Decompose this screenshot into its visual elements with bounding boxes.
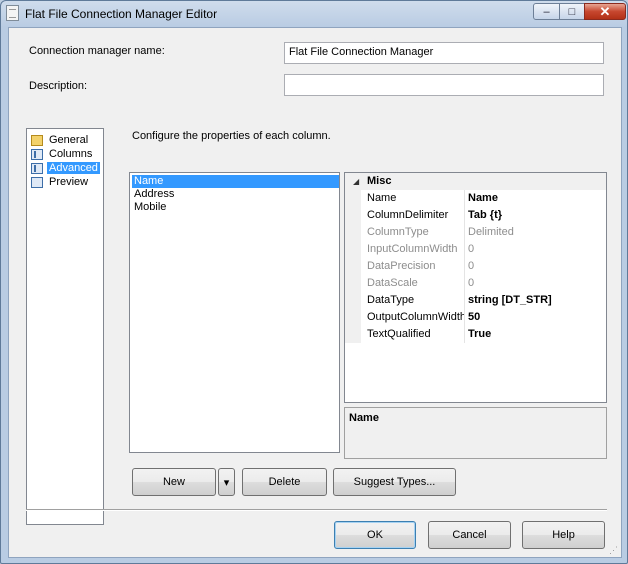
row-gutter	[345, 258, 361, 275]
cancel-button[interactable]: Cancel	[428, 521, 511, 549]
ok-button[interactable]: OK	[334, 521, 416, 549]
property-name: TextQualified	[367, 328, 431, 340]
property-row[interactable]: Name Name	[345, 190, 606, 207]
close-button[interactable]: ✕	[584, 3, 626, 20]
instruction-text: Configure the properties of each column.	[132, 130, 331, 142]
document-icon	[6, 5, 19, 21]
property-row[interactable]: DataScale 0	[345, 275, 606, 292]
column-separator	[464, 241, 465, 258]
connection-name-input[interactable]: Flat File Connection Manager	[284, 42, 604, 64]
new-button[interactable]: New	[132, 468, 216, 496]
advanced-icon	[31, 162, 43, 174]
title-bar[interactable]: Flat File Connection Manager Editor – □ …	[1, 1, 627, 27]
chevron-down-icon: ▾	[223, 476, 230, 489]
list-item[interactable]: Address	[132, 188, 339, 201]
dialog-client-area: Connection manager name: Flat File Conne…	[8, 27, 622, 558]
minimize-button[interactable]: –	[533, 3, 560, 20]
row-gutter	[345, 224, 361, 241]
column-separator	[464, 190, 465, 207]
category-name: Misc	[367, 175, 392, 187]
property-description-panel: Name	[344, 407, 607, 459]
property-name: Name	[367, 192, 397, 204]
nav-item-label: General	[49, 134, 89, 146]
nav-item-columns[interactable]: Columns	[31, 147, 94, 161]
property-value: 0	[468, 243, 475, 255]
column-separator	[464, 258, 465, 275]
column-separator	[464, 309, 465, 326]
property-row[interactable]: DataPrecision 0	[345, 258, 606, 275]
footer-divider	[26, 509, 607, 511]
column-separator	[464, 207, 465, 224]
suggest-types-button[interactable]: Suggest Types...	[333, 468, 456, 496]
delete-button[interactable]: Delete	[242, 468, 327, 496]
list-item[interactable]: Name	[132, 175, 339, 188]
nav-item-label: Columns	[49, 148, 93, 160]
maximize-button[interactable]: □	[559, 3, 585, 20]
property-row[interactable]: ColumnDelimiter Tab {t}	[345, 207, 606, 224]
row-gutter	[345, 241, 361, 258]
connection-name-label: Connection manager name:	[29, 45, 165, 57]
property-value[interactable]: Name	[468, 192, 498, 204]
property-row[interactable]: OutputColumnWidth 50	[345, 309, 606, 326]
column-separator	[464, 292, 465, 309]
nav-item-advanced[interactable]: Advanced	[31, 161, 100, 175]
row-gutter	[345, 275, 361, 292]
general-icon	[31, 134, 43, 146]
column-list: Name Address Mobile	[129, 172, 340, 453]
property-name: DataPrecision	[367, 260, 436, 272]
property-name: OutputColumnWidth	[367, 311, 464, 323]
column-separator	[464, 224, 465, 241]
description-title: Name	[349, 412, 379, 424]
property-value: Delimited	[468, 226, 514, 238]
editor-window: Flat File Connection Manager Editor – □ …	[0, 0, 628, 564]
window-title: Flat File Connection Manager Editor	[25, 7, 218, 21]
new-dropdown-button[interactable]: ▾	[218, 468, 235, 496]
property-name: DataType	[367, 294, 415, 306]
property-value[interactable]: 50	[468, 311, 480, 323]
property-value[interactable]: True	[468, 328, 491, 340]
property-value: 0	[468, 260, 475, 272]
property-value[interactable]: string [DT_STR]	[468, 294, 552, 306]
list-item[interactable]: Mobile	[132, 201, 339, 214]
property-name: DataScale	[367, 277, 418, 289]
nav-item-label: Advanced	[47, 162, 100, 174]
page-navigation-list: General Columns Advanced Preview	[26, 128, 104, 525]
row-gutter	[345, 207, 361, 224]
row-gutter	[345, 309, 361, 326]
collapse-triangle-icon[interactable]: ◢	[353, 177, 359, 186]
row-gutter	[345, 326, 361, 343]
nav-item-preview[interactable]: Preview	[31, 175, 90, 189]
property-category[interactable]: ◢ Misc	[345, 173, 606, 190]
nav-item-general[interactable]: General	[31, 133, 90, 147]
property-name: ColumnType	[367, 226, 429, 238]
column-separator	[464, 326, 465, 343]
columns-icon	[31, 148, 43, 160]
property-row[interactable]: TextQualified True	[345, 326, 606, 343]
resize-grip-icon[interactable]: ⋰	[609, 545, 619, 555]
description-input[interactable]	[284, 74, 604, 96]
preview-icon	[31, 176, 43, 188]
column-separator	[464, 275, 465, 292]
property-name: ColumnDelimiter	[367, 209, 449, 221]
property-row[interactable]: InputColumnWidth 0	[345, 241, 606, 258]
property-row[interactable]: ColumnType Delimited	[345, 224, 606, 241]
row-gutter	[345, 190, 361, 207]
row-gutter	[345, 292, 361, 309]
property-value[interactable]: Tab {t}	[468, 209, 502, 221]
description-label: Description:	[29, 80, 88, 92]
property-name: InputColumnWidth	[367, 243, 458, 255]
help-button[interactable]: Help	[522, 521, 605, 549]
property-grid: ◢ Misc Name Name ColumnDelimiter Tab {t}…	[344, 172, 607, 403]
property-row[interactable]: DataType string [DT_STR]	[345, 292, 606, 309]
property-value: 0	[468, 277, 475, 289]
nav-item-label: Preview	[49, 176, 89, 188]
